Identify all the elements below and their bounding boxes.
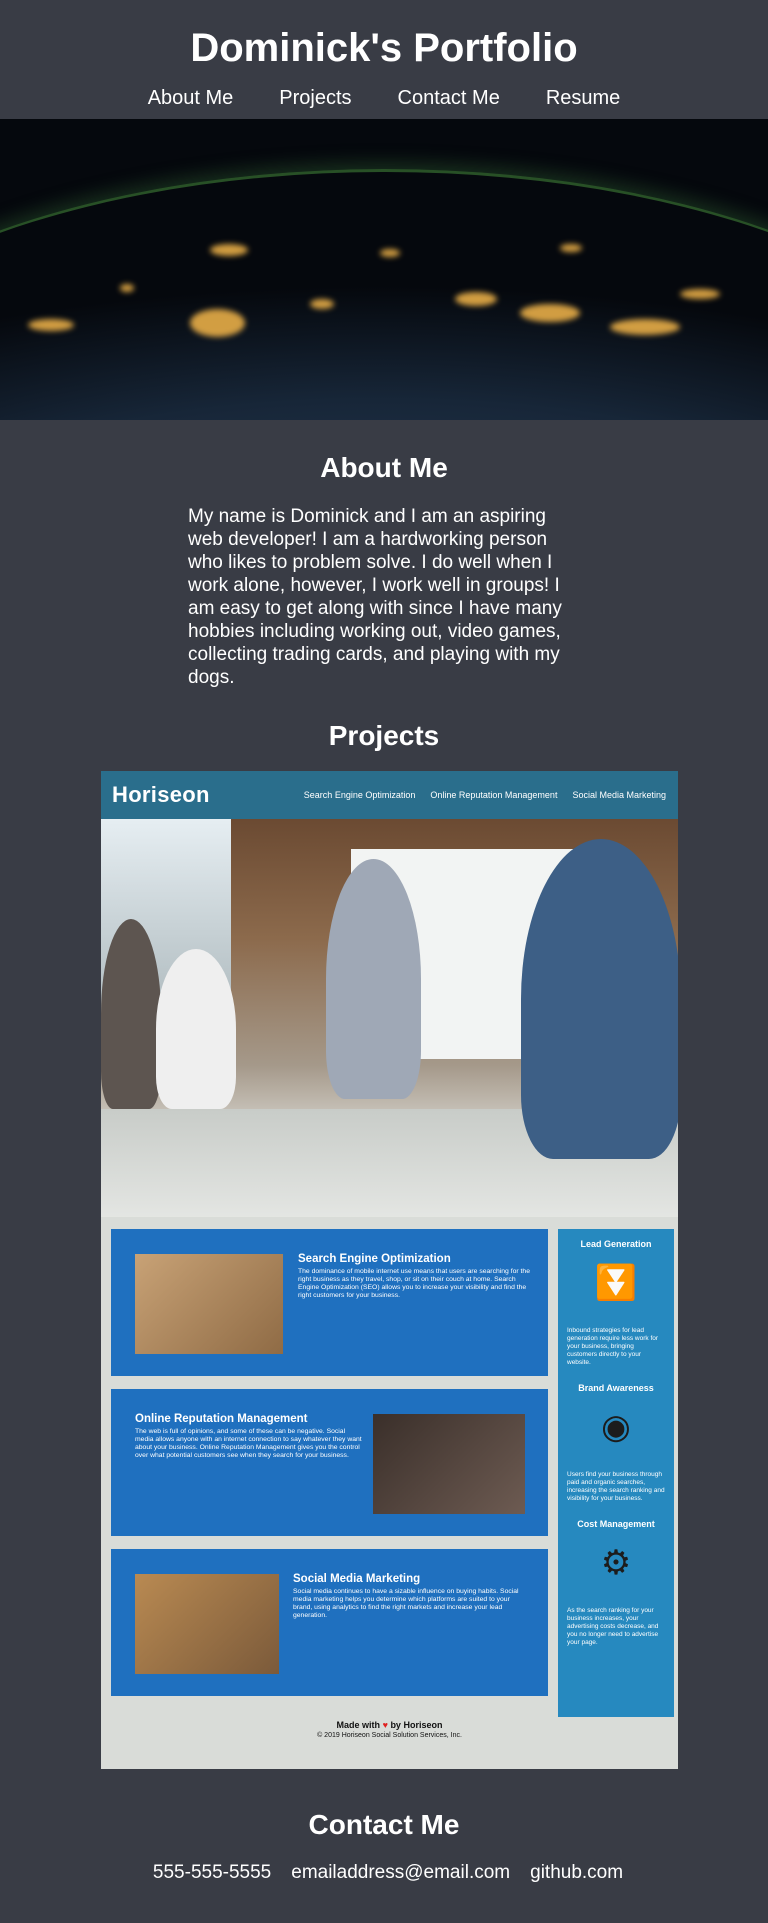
smm-title: Social Media Marketing <box>293 1573 421 1585</box>
city-lights <box>190 309 245 337</box>
lead-generation-title: Lead Generation <box>580 1239 652 1249</box>
seo-image <box>135 1254 283 1354</box>
city-lights <box>310 299 334 309</box>
site-header: Dominick's Portfolio About Me Projects C… <box>0 0 768 119</box>
nav-projects[interactable]: Projects <box>279 86 351 110</box>
about-heading: About Me <box>320 452 448 483</box>
horiseon-team-photo <box>101 819 678 1217</box>
cost-management-title: Cost Management <box>577 1519 655 1529</box>
city-lights <box>610 319 680 335</box>
city-lights <box>210 244 248 256</box>
city-lights <box>28 319 74 331</box>
contact-list: 555-555-5555 emailaddress@email.com gith… <box>0 1862 768 1884</box>
smm-image <box>135 1574 279 1674</box>
brand-awareness-title: Brand Awareness <box>578 1383 654 1393</box>
city-lights <box>380 249 400 257</box>
city-lights <box>455 292 497 306</box>
phone-link[interactable]: 555-555-5555 <box>153 1862 271 1884</box>
funnel-icon: ⏬ <box>594 1264 638 1302</box>
horiseon-project-screenshot[interactable]: Horiseon Search Engine Optimization Onli… <box>101 771 678 1769</box>
seo-title: Search Engine Optimization <box>298 1253 451 1265</box>
nav-about-me[interactable]: About Me <box>148 86 234 110</box>
lead-generation-text: Inbound strategies for lead generation r… <box>567 1327 659 1366</box>
hero-earth-image <box>0 119 768 420</box>
contact-section: Contact Me 555-555-5555 emailaddress@ema… <box>0 1808 768 1884</box>
horiseon-nav-item: Online Reputation Management <box>430 790 558 800</box>
nav-resume[interactable]: Resume <box>546 86 620 110</box>
horiseon-nav-item: Search Engine Optimization <box>303 790 416 800</box>
github-link[interactable]: github.com <box>530 1862 623 1884</box>
smm-text: Social media continues to have a sizable… <box>293 1588 519 1619</box>
about-section: About Me My name is Dominick and I am an… <box>0 451 768 689</box>
horiseon-sidebar: Lead Generation ⏬ Inbound strategies for… <box>558 1229 674 1717</box>
orm-text: The web is full of opinions, and some of… <box>135 1428 362 1459</box>
heart-icon: ♥ <box>382 1720 388 1730</box>
horiseon-nav-item: Social Media Marketing <box>572 790 666 800</box>
orm-card: Online Reputation Management The web is … <box>111 1389 548 1536</box>
money-gear-icon: ⚙ <box>600 1544 632 1582</box>
contact-heading: Contact Me <box>308 1809 460 1840</box>
horiseon-logo: Horiseon <box>112 782 210 807</box>
horiseon-header: Horiseon Search Engine Optimization Onli… <box>101 771 678 819</box>
orm-image <box>373 1414 525 1514</box>
smm-card: Social Media Marketing Social media cont… <box>111 1549 548 1696</box>
earth-horizon <box>0 169 768 420</box>
projects-heading: Projects <box>328 720 440 751</box>
email-link[interactable]: emailaddress@email.com <box>291 1862 510 1884</box>
broadcast-icon: ◉ <box>601 1408 631 1446</box>
seo-card: Search Engine Optimization The dominance… <box>111 1229 548 1376</box>
site-title: Dominick's Portfolio <box>190 26 578 70</box>
seo-text: The dominance of mobile internet use mea… <box>298 1268 530 1299</box>
horiseon-footer: Made with ♥ by Horiseon © 2019 Horiseon … <box>101 1720 678 1739</box>
about-text: My name is Dominick and I am an aspiring… <box>188 506 562 688</box>
cost-management-text: As the search ranking for your business … <box>567 1607 659 1646</box>
city-lights <box>560 244 582 252</box>
brand-awareness-text: Users find your business through paid an… <box>567 1471 665 1502</box>
projects-section: Projects Horiseon Search Engine Optimiza… <box>0 719 768 1769</box>
nav-contact-me[interactable]: Contact Me <box>398 86 500 110</box>
city-lights <box>520 304 580 322</box>
copyright-text: © 2019 Horiseon Social Solution Services… <box>317 1732 462 1739</box>
made-with-line: Made with ♥ by Horiseon <box>336 1720 443 1730</box>
city-lights <box>680 289 720 299</box>
horiseon-nav: Search Engine Optimization Online Reputa… <box>304 790 666 800</box>
orm-title: Online Reputation Management <box>135 1413 308 1425</box>
city-lights <box>120 284 134 292</box>
main-nav: About Me Projects Contact Me Resume <box>0 86 768 110</box>
